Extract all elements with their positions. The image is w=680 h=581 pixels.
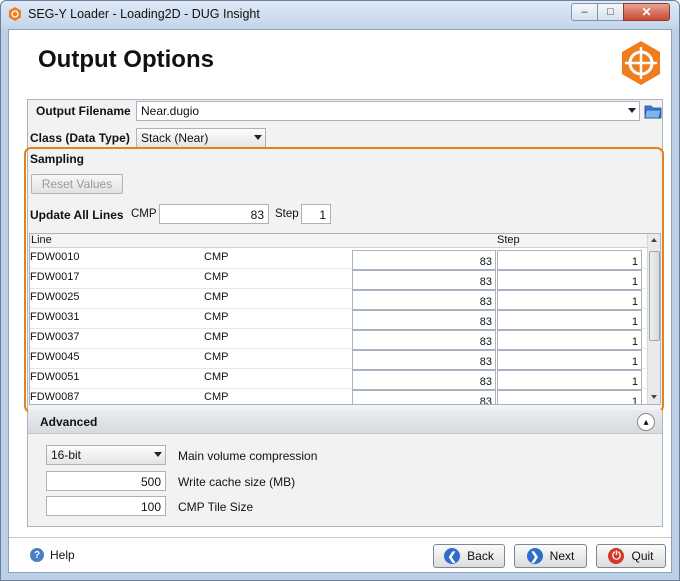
chevron-down-icon[interactable]	[628, 108, 636, 113]
quit-button[interactable]: ⏻ Quit	[596, 544, 666, 568]
class-value: Stack (Near)	[141, 131, 209, 145]
compression-value: 16-bit	[51, 448, 82, 462]
arrow-right-icon: ❯	[526, 548, 543, 564]
next-label: Next	[549, 549, 575, 563]
write-cache-field[interactable]: 500	[46, 471, 166, 491]
close-button[interactable]: ✕	[623, 3, 670, 21]
dug-logo-icon	[622, 41, 660, 85]
help-icon: ?	[30, 548, 44, 562]
quit-label: Quit	[631, 549, 654, 563]
cmp-tile-size-label: CMP Tile Size	[178, 500, 254, 514]
app-icon	[9, 7, 21, 21]
help-link[interactable]: ? Help	[30, 548, 75, 562]
back-button[interactable]: ❮ Back	[433, 544, 505, 568]
output-filename-label: Output Filename	[36, 104, 131, 118]
compression-label: Main volume compression	[178, 449, 318, 463]
chevron-down-icon	[154, 452, 162, 457]
cmp-tile-size-field[interactable]: 100	[46, 496, 166, 516]
next-button[interactable]: ❯ Next	[514, 544, 587, 568]
maximize-icon: □	[607, 6, 614, 18]
collapse-icon[interactable]: ▴	[637, 413, 655, 431]
close-icon: ✕	[641, 5, 652, 19]
output-filename-field[interactable]: Near.dugio	[136, 101, 640, 121]
output-filename-value: Near.dugio	[141, 104, 200, 118]
write-cache-label: Write cache size (MB)	[178, 475, 296, 489]
minimize-icon: –	[581, 6, 588, 18]
power-icon: ⏻	[608, 548, 625, 564]
back-label: Back	[467, 549, 494, 563]
open-folder-icon[interactable]	[644, 102, 662, 120]
chevron-down-icon	[254, 135, 262, 140]
class-label: Class (Data Type)	[30, 131, 130, 145]
maximize-button[interactable]: □	[597, 3, 624, 21]
footer-divider	[9, 537, 671, 538]
minimize-button[interactable]: –	[571, 3, 598, 21]
page-title: Output Options	[38, 46, 214, 73]
advanced-title: Advanced	[40, 415, 98, 429]
sampling-highlight	[24, 147, 664, 413]
help-label: Help	[50, 548, 75, 562]
advanced-section-header[interactable]	[28, 410, 662, 434]
compression-select[interactable]: 16-bit	[46, 445, 166, 465]
class-select[interactable]: Stack (Near)	[136, 128, 266, 148]
arrow-left-icon: ❮	[444, 548, 461, 564]
window-title: SEG-Y Loader - Loading2D - DUG Insight	[28, 7, 260, 21]
